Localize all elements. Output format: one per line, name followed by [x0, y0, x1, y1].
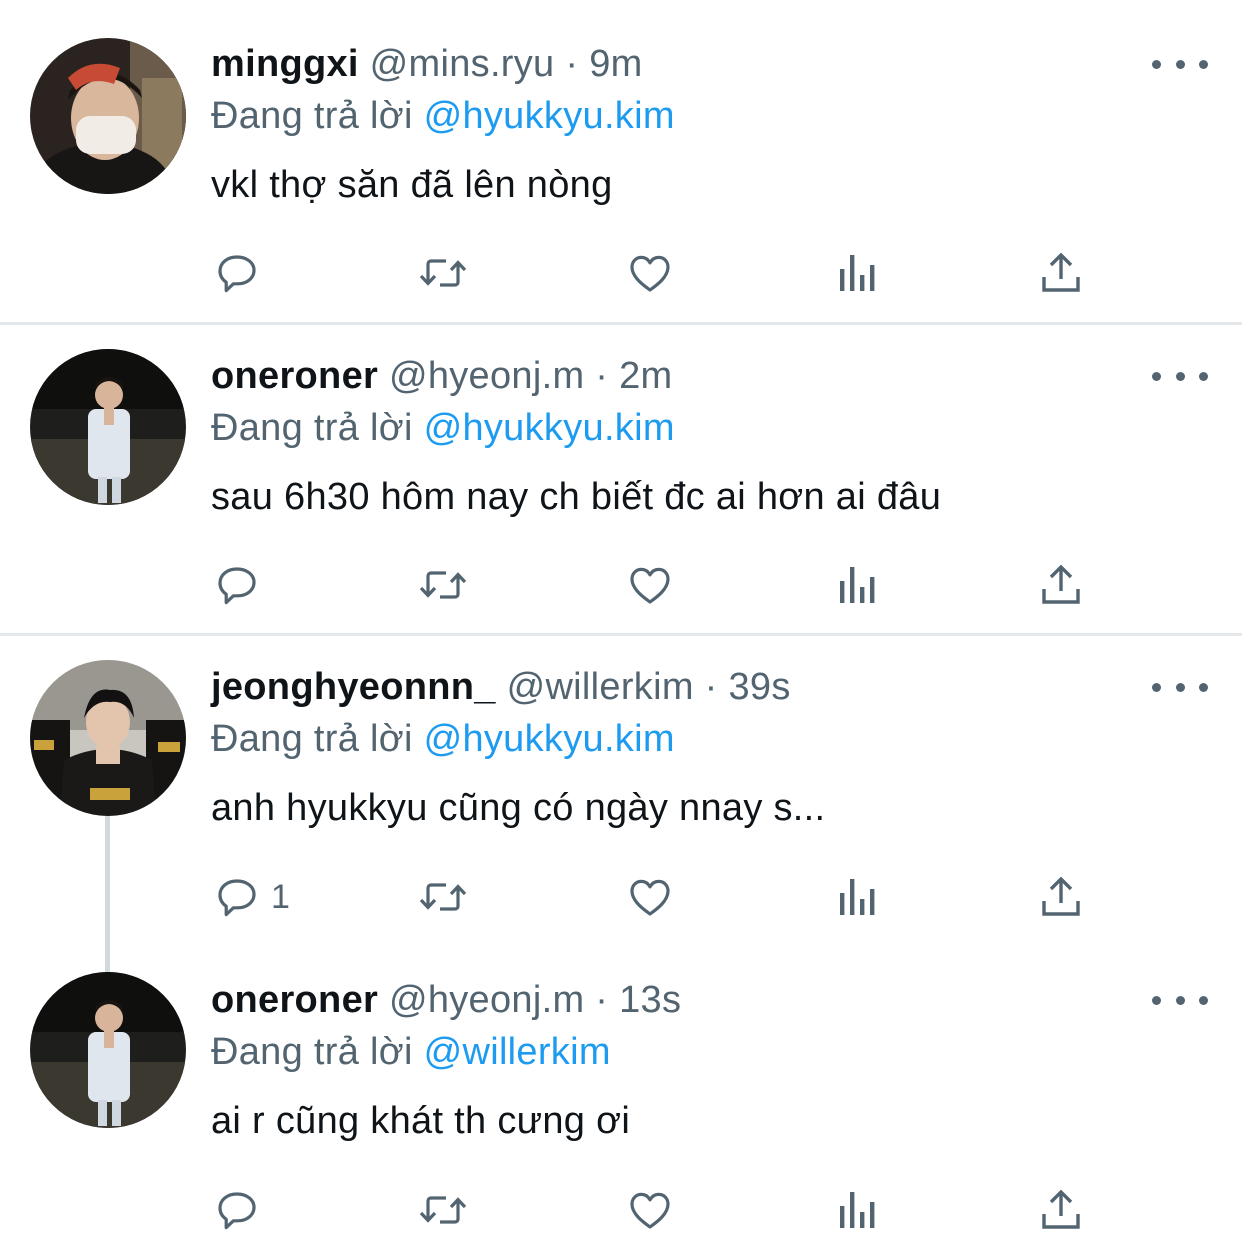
- tweet-item[interactable]: oneroner @hyeonj.m · 13s Đang trả lời @w…: [0, 958, 1242, 1257]
- handle[interactable]: @hyeonj.m: [389, 979, 584, 1021]
- retweet-button[interactable]: [416, 1182, 470, 1238]
- retweet-icon: [419, 883, 467, 911]
- share-icon: [1042, 876, 1080, 916]
- tweet-text: ai r cũng khát th cưng ơi: [211, 1100, 631, 1142]
- handle[interactable]: @hyeonj.m: [389, 355, 584, 397]
- like-button[interactable]: [625, 869, 675, 925]
- tweet-item[interactable]: oneroner @hyeonj.m · 2m Đang trả lời @hy…: [0, 325, 1242, 633]
- retweet-button[interactable]: [416, 869, 470, 925]
- retweet-button[interactable]: [416, 557, 470, 613]
- reply-to-link[interactable]: @hyukkyu.kim: [424, 95, 675, 137]
- more-icon[interactable]: [1152, 363, 1208, 389]
- reply-context: Đang trả lời @willerkim: [211, 1028, 611, 1076]
- action-bar: 1: [0, 869, 1242, 925]
- tweet-item[interactable]: jeonghyeonnn_ @willerkim · 39s Đang trả …: [0, 636, 1242, 958]
- reply-prefix: Đang trả lời: [211, 1031, 413, 1073]
- reply-to-link[interactable]: @hyukkyu.kim: [424, 718, 675, 760]
- reply-to-link[interactable]: @hyukkyu.kim: [424, 407, 675, 449]
- display-name[interactable]: jeonghyeonnn_: [211, 666, 496, 708]
- action-bar: [0, 1182, 1242, 1238]
- reply-prefix: Đang trả lời: [211, 718, 413, 760]
- reply-button[interactable]: [213, 245, 271, 301]
- separator: ·: [595, 355, 609, 397]
- views-icon: [840, 879, 875, 915]
- action-bar: [0, 245, 1242, 301]
- avatar[interactable]: [30, 349, 186, 505]
- timestamp[interactable]: 13s: [619, 979, 681, 1021]
- share-icon: [1042, 1189, 1080, 1229]
- reply-context: Đang trả lời @hyukkyu.kim: [211, 404, 675, 452]
- like-icon: [630, 567, 670, 604]
- like-button[interactable]: [625, 557, 675, 613]
- like-icon: [630, 1192, 670, 1229]
- reply-to-link[interactable]: @willerkim: [424, 1031, 611, 1073]
- tweet-header: oneroner @hyeonj.m · 2m: [211, 353, 673, 399]
- action-bar: [0, 557, 1242, 613]
- reply-prefix: Đang trả lời: [211, 95, 413, 137]
- tweet-text: sau 6h30 hôm nay ch biết đc ai hơn ai đâ…: [211, 476, 942, 518]
- reply-button[interactable]: [213, 1182, 271, 1238]
- share-button[interactable]: [1038, 557, 1084, 613]
- share-icon: [1042, 564, 1080, 604]
- views-button[interactable]: [834, 1182, 878, 1238]
- views-icon: [840, 567, 875, 603]
- views-icon: [840, 1192, 875, 1228]
- reply-button[interactable]: 1: [213, 869, 290, 925]
- timestamp[interactable]: 9m: [589, 43, 642, 85]
- retweet-button[interactable]: [416, 245, 470, 301]
- retweet-icon: [419, 1196, 467, 1224]
- reply-context: Đang trả lời @hyukkyu.kim: [211, 92, 675, 140]
- handle[interactable]: @willerkim: [507, 666, 694, 708]
- views-button[interactable]: [834, 869, 878, 925]
- display-name[interactable]: oneroner: [211, 979, 378, 1021]
- reply-count: 1: [271, 877, 290, 916]
- like-icon: [630, 879, 670, 916]
- reply-prefix: Đang trả lời: [211, 407, 413, 449]
- tweet-text: anh hyukkyu cũng có ngày nnay s...: [211, 787, 826, 829]
- like-button[interactable]: [625, 245, 675, 301]
- tweet-header: jeonghyeonnn_ @willerkim · 39s: [211, 664, 791, 710]
- separator: ·: [565, 43, 579, 85]
- avatar[interactable]: [30, 660, 186, 816]
- avatar[interactable]: [30, 972, 186, 1128]
- avatar[interactable]: [30, 38, 186, 194]
- timestamp[interactable]: 39s: [728, 666, 790, 708]
- share-icon: [1042, 252, 1080, 292]
- like-icon: [630, 255, 670, 292]
- more-icon[interactable]: [1152, 674, 1208, 700]
- more-icon[interactable]: [1152, 987, 1208, 1013]
- separator: ·: [704, 666, 718, 708]
- like-button[interactable]: [625, 1182, 675, 1238]
- tweet-header: oneroner @hyeonj.m · 13s: [211, 977, 681, 1023]
- separator: ·: [595, 979, 609, 1021]
- share-button[interactable]: [1038, 1182, 1084, 1238]
- tweet-header: minggxi @mins.ryu · 9m: [211, 41, 643, 87]
- tweet-text: vkl thợ săn đã lên nòng: [211, 164, 613, 206]
- views-button[interactable]: [834, 557, 878, 613]
- reply-button[interactable]: [213, 557, 271, 613]
- share-button[interactable]: [1038, 869, 1084, 925]
- reply-icon: [218, 567, 256, 605]
- retweet-icon: [419, 571, 467, 599]
- handle[interactable]: @mins.ryu: [370, 43, 555, 85]
- timestamp[interactable]: 2m: [619, 355, 672, 397]
- tweet-item[interactable]: minggxi @mins.ryu · 9m Đang trả lời @hyu…: [0, 0, 1242, 322]
- reply-icon: [218, 255, 256, 293]
- display-name[interactable]: oneroner: [211, 355, 378, 397]
- retweet-icon: [419, 259, 467, 287]
- reply-icon: [218, 879, 256, 917]
- share-button[interactable]: [1038, 245, 1084, 301]
- reply-icon: [218, 1192, 256, 1230]
- more-icon[interactable]: [1152, 51, 1208, 77]
- views-button[interactable]: [834, 245, 878, 301]
- display-name[interactable]: minggxi: [211, 43, 359, 85]
- reply-context: Đang trả lời @hyukkyu.kim: [211, 715, 675, 763]
- views-icon: [840, 255, 875, 291]
